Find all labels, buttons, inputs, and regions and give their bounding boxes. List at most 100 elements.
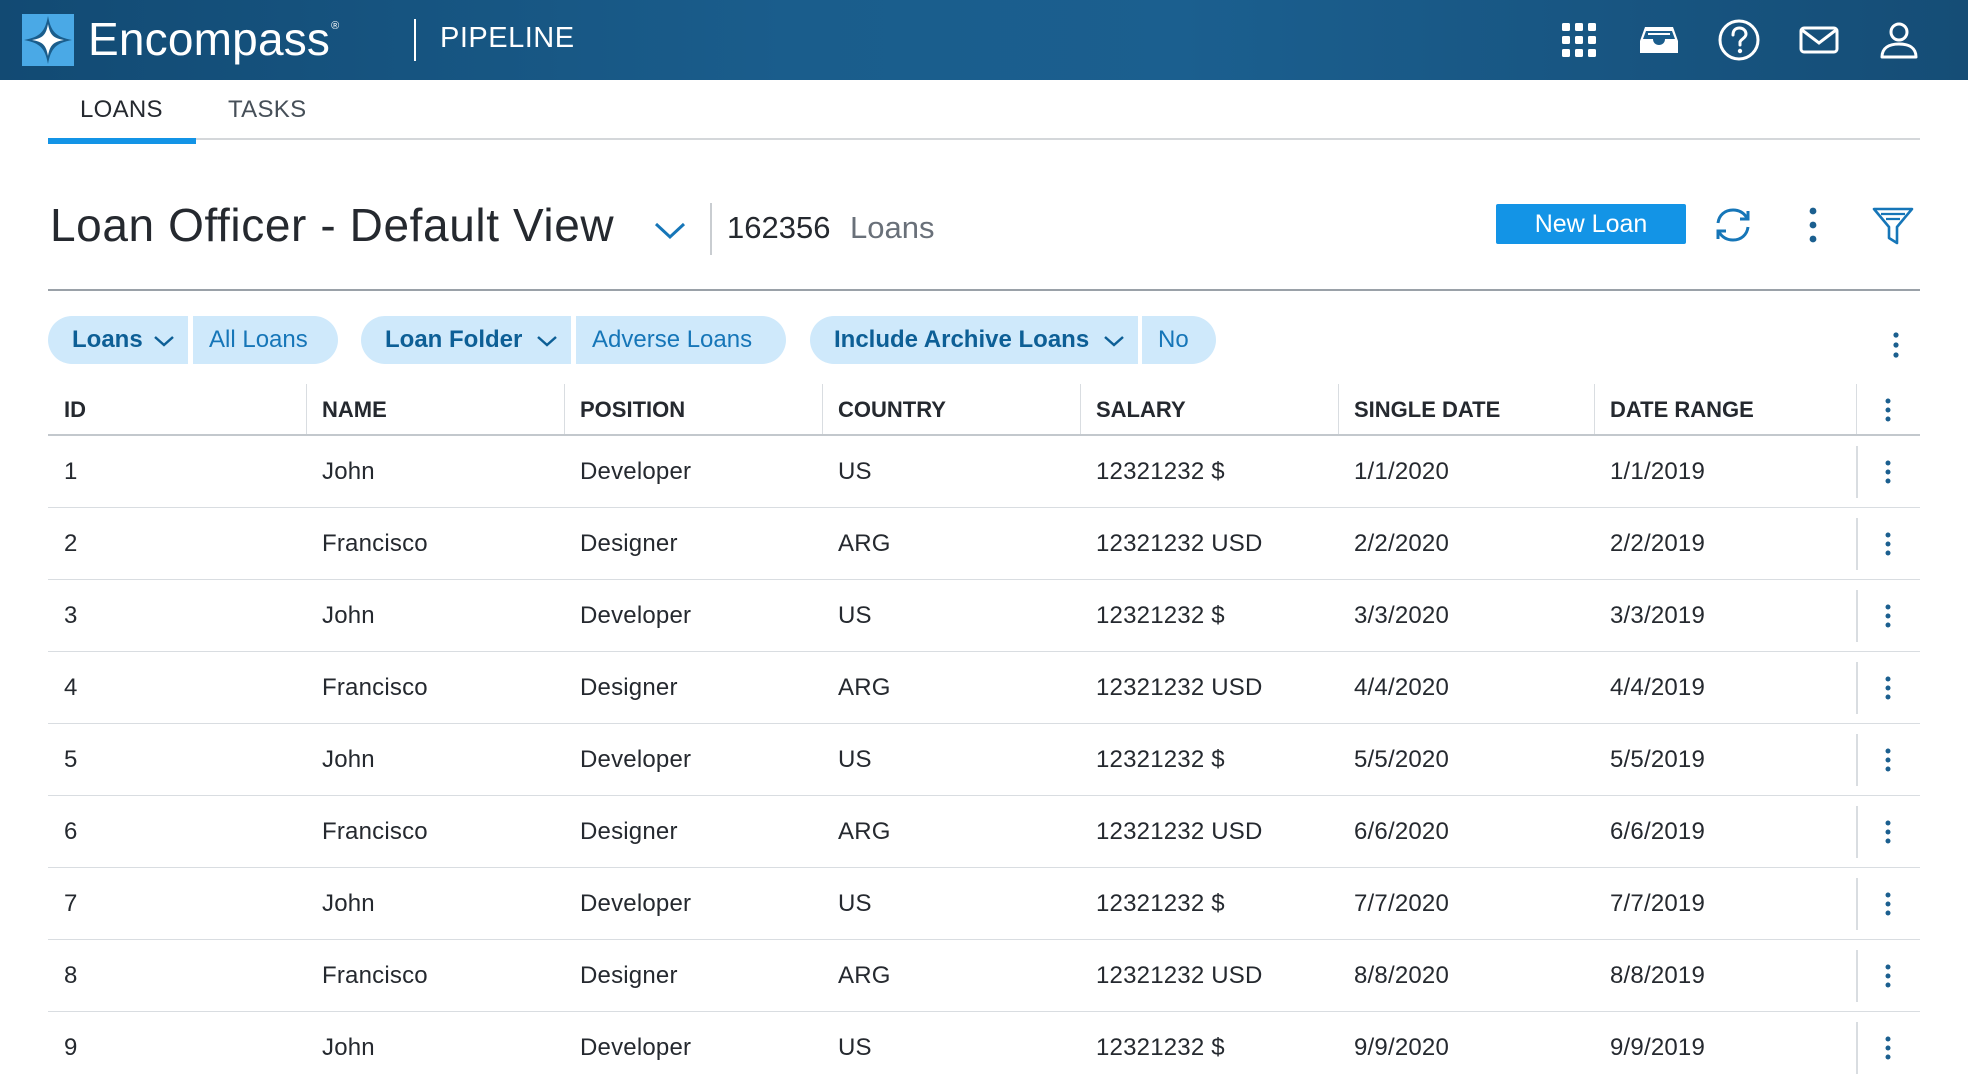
tab-tasks[interactable]: TASKS: [228, 92, 306, 140]
cell-country: US: [838, 746, 872, 773]
row-actions-icon[interactable]: [1876, 529, 1900, 559]
column-header-country[interactable]: COUNTRY: [822, 384, 1080, 434]
title-separator: [710, 203, 712, 255]
cell-name: Francisco: [322, 962, 428, 989]
column-divider[interactable]: [822, 384, 823, 434]
row-actions-icon[interactable]: [1876, 961, 1900, 991]
cell-salary: 12321232 $: [1096, 890, 1225, 917]
filter-loans-value[interactable]: All Loans: [193, 316, 338, 364]
cell-date-range: 3/3/2019: [1610, 602, 1706, 629]
loan-count-label: Loans: [850, 210, 935, 245]
row-actions-icon[interactable]: [1876, 1033, 1900, 1063]
encompass-logo-icon: [22, 14, 74, 66]
tab-bar: LOANS TASKS: [48, 92, 1920, 140]
column-divider[interactable]: [1338, 384, 1339, 434]
table-row[interactable]: 4 Francisco Designer ARG 12321232 USD 4/4/202…: [48, 652, 1920, 724]
column-divider[interactable]: [564, 384, 565, 434]
cell-salary: 12321232 $: [1096, 746, 1225, 773]
cell-country: US: [838, 1034, 872, 1061]
chevron-down-icon: [537, 336, 557, 347]
column-divider[interactable]: [1080, 384, 1081, 434]
cell-single-date: 1/1/2020: [1354, 458, 1450, 485]
cell-position: Developer: [580, 602, 692, 629]
row-actions-divider: [1856, 590, 1858, 642]
loan-count: 162356: [727, 210, 831, 245]
cell-salary: 12321232 $: [1096, 1034, 1225, 1061]
mail-icon[interactable]: [1796, 17, 1842, 63]
row-actions-icon[interactable]: [1876, 889, 1900, 919]
filter-include-archive-value[interactable]: No: [1142, 316, 1216, 364]
table-header: ID NAME POSITION COUNTRY SALARY SINGLE DATE DA…: [48, 384, 1920, 436]
cell-id: 9: [64, 1034, 78, 1061]
table-row[interactable]: 6 Francisco Designer ARG 12321232 USD 6/6/202…: [48, 796, 1920, 868]
cell-date-range: 1/1/2019: [1610, 458, 1706, 485]
table-row[interactable]: 8 Francisco Designer ARG 12321232 USD 8/8/202…: [48, 940, 1920, 1012]
row-actions-icon[interactable]: [1876, 817, 1900, 847]
cell-position: Designer: [580, 530, 678, 557]
cell-date-range: 6/6/2019: [1610, 818, 1706, 845]
cell-salary: 12321232 $: [1096, 602, 1225, 629]
new-loan-button[interactable]: New Loan: [1496, 204, 1686, 244]
cell-id: 7: [64, 890, 78, 917]
header-divider: [414, 19, 416, 61]
column-options-icon[interactable]: [1876, 395, 1900, 425]
title-divider: [48, 289, 1920, 291]
row-actions-divider: [1856, 950, 1858, 1002]
cell-name: John: [322, 602, 375, 629]
row-actions-divider: [1856, 446, 1858, 498]
column-divider[interactable]: [1594, 384, 1595, 434]
filter-include-archive-key[interactable]: Include Archive Loans: [810, 316, 1138, 364]
filter-loan-folder-value[interactable]: Adverse Loans: [576, 316, 786, 364]
column-header-single-date[interactable]: SINGLE DATE: [1338, 384, 1594, 434]
apps-grid-icon[interactable]: [1556, 17, 1602, 63]
column-divider[interactable]: [1856, 384, 1857, 434]
cell-date-range: 4/4/2019: [1610, 674, 1706, 701]
column-header-position[interactable]: POSITION: [564, 384, 822, 434]
refresh-icon[interactable]: [1710, 202, 1756, 248]
row-actions-icon[interactable]: [1876, 601, 1900, 631]
view-selector-chevron-icon[interactable]: [650, 210, 690, 250]
table-row[interactable]: 9 John Developer US 12321232 $ 9/9/2020 9/9/20…: [48, 1012, 1920, 1076]
cell-id: 3: [64, 602, 78, 629]
row-actions-icon[interactable]: [1876, 457, 1900, 487]
cell-name: John: [322, 746, 375, 773]
filter-loan-folder-key[interactable]: Loan Folder: [361, 316, 571, 364]
user-profile-icon[interactable]: [1876, 17, 1922, 63]
more-options-icon[interactable]: [1800, 204, 1826, 246]
table-row[interactable]: 7 John Developer US 12321232 $ 7/7/2020 7/7/20…: [48, 868, 1920, 940]
cell-salary: 12321232 USD: [1096, 674, 1263, 701]
row-actions-icon[interactable]: [1876, 745, 1900, 775]
cell-country: ARG: [838, 818, 891, 845]
filter-loans-key[interactable]: Loans: [48, 316, 188, 364]
cell-single-date: 4/4/2020: [1354, 674, 1450, 701]
cell-country: US: [838, 890, 872, 917]
table-row[interactable]: 1 John Developer US 12321232 $ 1/1/2020 1/1/20…: [48, 436, 1920, 508]
cell-single-date: 7/7/2020: [1354, 890, 1450, 917]
filter-icon[interactable]: [1870, 202, 1916, 248]
row-actions-divider: [1856, 1022, 1858, 1074]
cell-single-date: 5/5/2020: [1354, 746, 1450, 773]
column-header-id[interactable]: ID: [48, 384, 306, 434]
table-row[interactable]: 2 Francisco Designer ARG 12321232 USD 2/2/202…: [48, 508, 1920, 580]
help-icon[interactable]: [1716, 17, 1762, 63]
filter-more-options-icon[interactable]: [1884, 330, 1908, 362]
cell-country: ARG: [838, 962, 891, 989]
table-row[interactable]: 3 John Developer US 12321232 $ 3/3/2020 3/3/20…: [48, 580, 1920, 652]
column-header-salary[interactable]: SALARY: [1080, 384, 1338, 434]
cell-country: US: [838, 458, 872, 485]
cell-id: 6: [64, 818, 78, 845]
row-actions-icon[interactable]: [1876, 673, 1900, 703]
cell-date-range: 9/9/2019: [1610, 1034, 1706, 1061]
chevron-down-icon: [1104, 336, 1124, 347]
tab-loans[interactable]: LOANS: [80, 92, 163, 140]
cell-name: John: [322, 890, 375, 917]
column-divider[interactable]: [306, 384, 307, 434]
cell-country: ARG: [838, 674, 891, 701]
column-header-date-range[interactable]: DATE RANGE: [1594, 384, 1856, 434]
inbox-tray-icon[interactable]: [1636, 17, 1682, 63]
column-header-name[interactable]: NAME: [306, 384, 564, 434]
cell-name: Francisco: [322, 674, 428, 701]
cell-position: Designer: [580, 674, 678, 701]
table-row[interactable]: 5 John Developer US 12321232 $ 5/5/2020 5/5/20…: [48, 724, 1920, 796]
cell-position: Developer: [580, 890, 692, 917]
